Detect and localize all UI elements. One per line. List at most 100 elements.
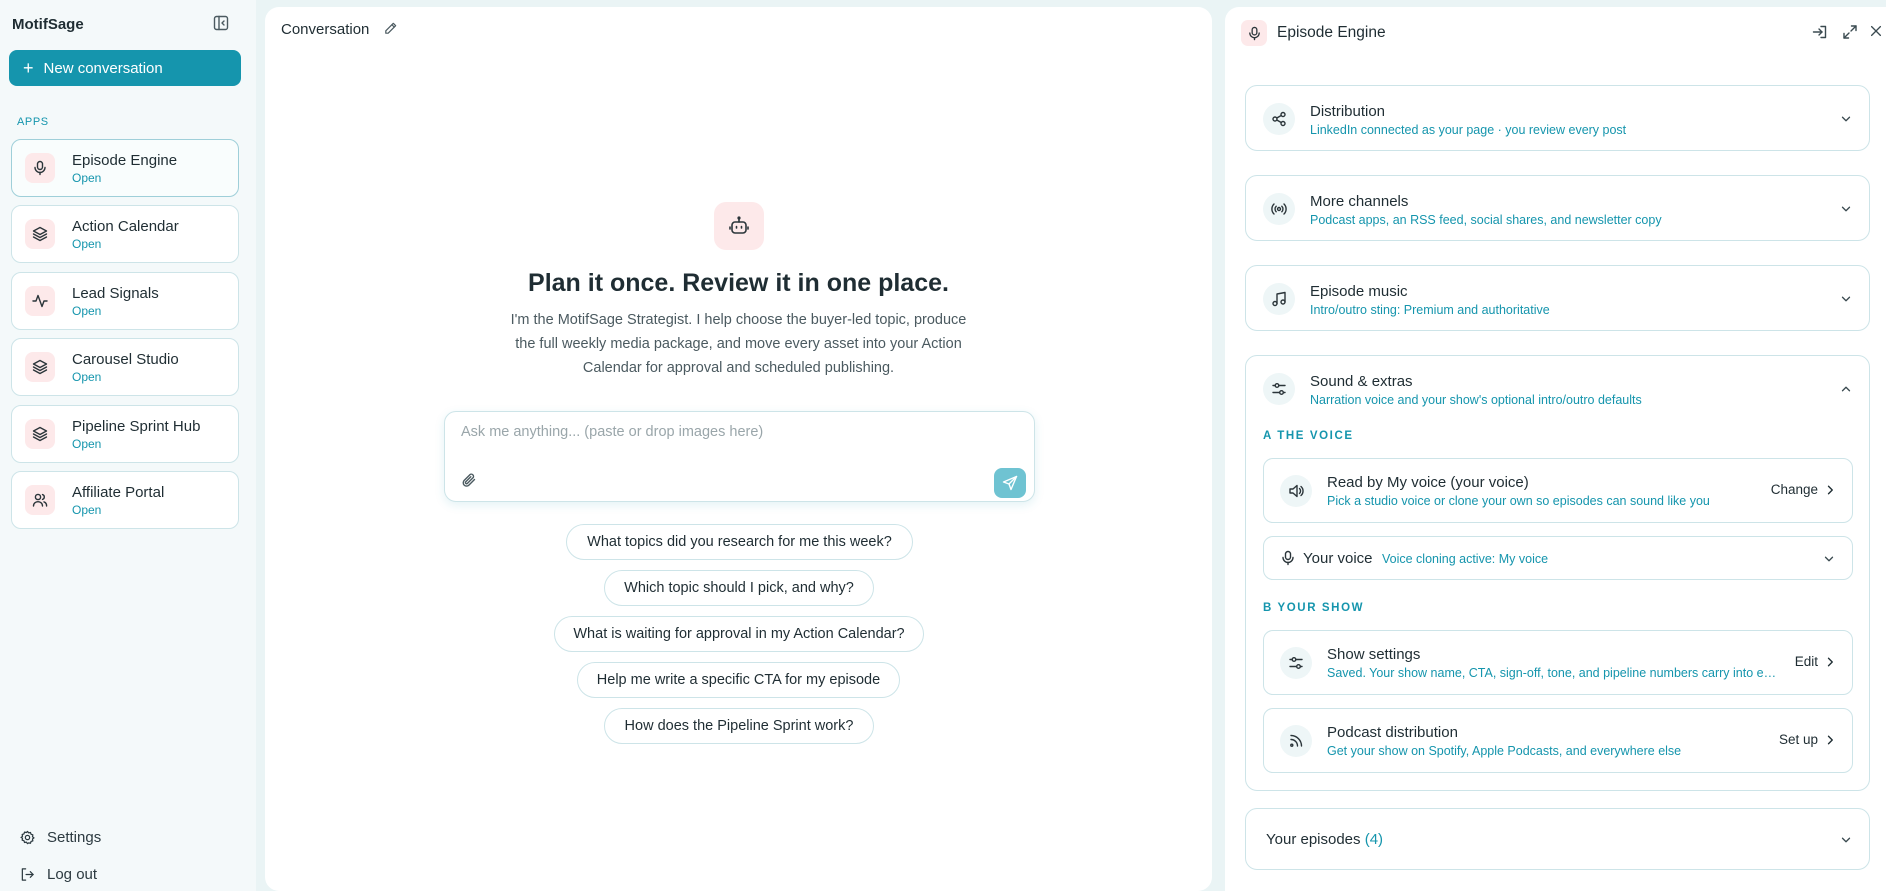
suggestion-chip[interactable]: What is waiting for approval in my Actio… [554,616,924,652]
voice-cloning-status: Voice cloning active: My voice [1382,552,1549,566]
episode-music-section: Episode music Intro/outro sting: Premium… [1245,265,1870,331]
microphone-icon [25,153,55,183]
distribution-section: Distribution LinkedIn connected as your … [1245,85,1870,151]
sidebar-app-action-calendar[interactable]: Action Calendar Open [11,205,239,263]
music-note-icon [1263,283,1295,315]
your-voice-label: Your voice [1303,550,1373,567]
conversation-title: Conversation [281,21,370,38]
chevron-right-icon [1824,484,1836,496]
chevron-down-icon [1839,112,1853,126]
the-voice-label: A THE VOICE [1263,430,1354,442]
sidebar-app-episode-engine[interactable]: Episode Engine Open [11,139,239,197]
app-status: Open [72,236,102,251]
sidebar-app-carousel-studio[interactable]: Carousel Studio Open [11,338,239,396]
app-name: Carousel Studio [72,350,179,368]
panel-title: Episode Engine [1277,24,1386,41]
chevron-down-icon [1839,202,1853,216]
app-status: Open [72,170,102,185]
app-name: Episode Engine [72,151,178,169]
your-show-label: B YOUR SHOW [1263,602,1365,614]
edit-label: Edit [1794,654,1818,669]
section-title: More channels [1310,193,1409,210]
section-title: Episode music [1310,283,1408,300]
episodes-label: Your episodes [1266,831,1361,848]
section-subtitle: Narration voice and your show's optional… [1310,393,1642,407]
apps-section-label: APPS [17,116,49,128]
more-channels-section: More channels Podcast apps, an RSS feed,… [1245,175,1870,241]
brand-name: MotifSage [12,16,84,33]
sound-extras-section: Sound & extras Narration voice and your … [1245,355,1870,791]
rss-icon [1280,725,1312,757]
settings-link[interactable]: Settings [20,829,101,846]
change-label: Change [1770,482,1818,497]
share-icon [1263,103,1295,135]
sidebar: MotifSage + New conversation APPS Episod… [0,0,256,891]
sidebar-app-lead-signals[interactable]: Lead Signals Open [11,272,239,330]
users-icon [25,485,55,515]
close-icon[interactable] [1869,24,1883,38]
welcome-headline: Plan it once. Review it in one place. [528,269,949,297]
your-episodes-section[interactable]: Your episodes (4) [1245,808,1870,870]
chevron-down-icon [1839,833,1853,847]
voice-row-subtitle: Pick a studio voice or clone your own so… [1327,494,1710,508]
message-input[interactable] [461,424,961,440]
welcome-intro: I'm the MotifSage Strategist. I help cho… [510,312,967,376]
app-name: Pipeline Sprint Hub [72,417,201,435]
chevron-right-icon [1824,734,1836,746]
logout-label: Log out [47,866,98,883]
open-external-icon[interactable] [1812,24,1828,40]
sidebar-app-pipeline-sprint-hub[interactable]: Pipeline Sprint Hub Open [11,405,239,463]
podcast-distribution-subtitle: Get your show on Spotify, Apple Podcasts… [1327,744,1682,758]
message-composer [444,411,1035,502]
narration-voice-row[interactable]: Read by My voice (your voice) Pick a stu… [1263,458,1853,523]
sound-extras-header[interactable]: Sound & extras Narration voice and your … [1246,356,1869,422]
section-title: Distribution [1310,103,1386,120]
sliders-icon [1280,647,1312,679]
episodes-count: (4) [1364,831,1384,848]
show-settings-subtitle: Saved. Your show name, CTA, sign-off, to… [1327,666,1779,680]
section-title: Sound & extras [1310,373,1413,390]
collapse-sidebar-icon[interactable] [213,15,229,31]
suggestion-chip[interactable]: What topics did you research for me this… [566,524,913,560]
app-name: Lead Signals [72,284,159,302]
suggestion-chip[interactable]: How does the Pipeline Sprint work? [604,708,874,744]
edit-show-settings-button[interactable]: Edit [1795,654,1836,669]
suggestion-chip[interactable]: Help me write a specific CTA for my epis… [577,662,900,698]
app-status: Open [72,303,102,318]
send-icon [1002,475,1018,491]
new-conversation-button[interactable]: + New conversation [9,50,241,86]
chevron-down-icon [1839,292,1853,306]
set-up-distribution-button[interactable]: Set up [1779,732,1836,747]
paperclip-icon[interactable] [461,472,477,488]
logout-link[interactable]: Log out [20,866,97,883]
gear-icon [20,830,35,845]
show-settings-row[interactable]: Show settings Saved. Your show name, CTA… [1263,630,1853,695]
distribution-header[interactable]: Distribution LinkedIn connected as your … [1246,86,1869,152]
more-channels-header[interactable]: More channels Podcast apps, an RSS feed,… [1246,176,1869,242]
section-subtitle: Intro/outro sting: Premium and authorita… [1310,303,1550,317]
podcast-distribution-row[interactable]: Podcast distribution Get your show on Sp… [1263,708,1853,773]
set-up-label: Set up [1778,732,1818,747]
expand-icon[interactable] [1842,24,1858,40]
activity-icon [25,286,55,316]
logout-icon [20,867,35,882]
your-episodes-title: Your episodes (4) [1266,831,1383,848]
sidebar-app-affiliate-portal[interactable]: Affiliate Portal Open [11,471,239,529]
settings-label: Settings [47,829,102,846]
layers-icon [25,352,55,382]
speaker-icon [1280,475,1312,507]
app-name: Affiliate Portal [72,483,165,501]
send-button[interactable] [994,468,1026,498]
suggestion-chip[interactable]: Which topic should I pick, and why? [604,570,874,606]
episode-music-header[interactable]: Episode music Intro/outro sting: Premium… [1246,266,1869,332]
episode-engine-panel: Episode Engine Distribution LinkedIn con… [1225,7,1886,891]
change-voice-button[interactable]: Change [1771,482,1836,497]
app-name: Action Calendar [72,217,179,235]
layers-icon [25,419,55,449]
your-voice-row[interactable]: Your voice Voice cloning active: My voic… [1263,536,1853,580]
conversation-pane: Conversation Plan it once. Review it in … [265,7,1212,891]
microphone-icon [1280,550,1296,566]
chevron-right-icon [1824,656,1836,668]
pencil-icon[interactable] [383,21,398,36]
new-conversation-label: New conversation [43,59,163,77]
